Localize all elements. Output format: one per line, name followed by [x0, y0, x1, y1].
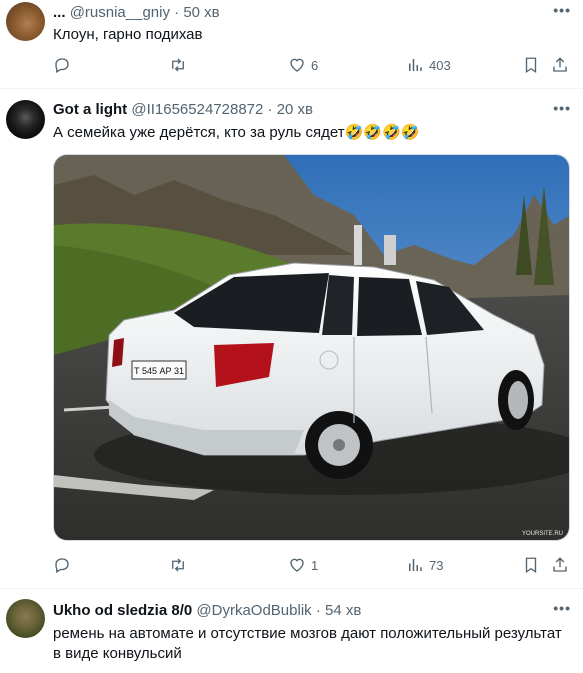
tweet-text: Клоун, гарно подихав: [53, 26, 203, 43]
author-name[interactable]: ...: [53, 4, 66, 21]
retweet-button[interactable]: [169, 556, 192, 574]
retweet-icon: [172, 58, 184, 72]
timestamp[interactable]: 50 хв: [183, 4, 219, 21]
like-button[interactable]: 1: [288, 556, 318, 574]
author-handle[interactable]: @DyrkaOdBublik: [196, 602, 311, 619]
action-bar: 1 73: [53, 556, 573, 576]
views-button[interactable]: 73: [406, 556, 443, 574]
timestamp[interactable]: 54 хв: [325, 602, 361, 619]
reply-button[interactable]: [53, 556, 76, 574]
timestamp[interactable]: 20 хв: [277, 101, 313, 118]
tweet-media-image[interactable]: Т 545 АР 31 YOURSITE.RU: [53, 154, 570, 541]
author-name[interactable]: Ukho od sledzia 8/0: [53, 602, 192, 619]
reply-button[interactable]: [53, 56, 76, 74]
bookmark-button[interactable]: [522, 56, 540, 74]
tweet-text: А семейка уже дерётся, кто за руль сядет…: [53, 124, 420, 141]
car-photo: Т 545 АР 31 YOURSITE.RU: [54, 155, 569, 540]
author-handle[interactable]: @rusnia__gniy: [70, 4, 170, 21]
watermark: YOURSITE.RU: [522, 531, 563, 537]
retweet-button[interactable]: [169, 56, 192, 74]
bookmark-icon: [525, 557, 537, 574]
license-plate: Т 545 АР 31: [134, 366, 184, 376]
avatar[interactable]: [6, 599, 45, 638]
views-icon: [409, 59, 422, 71]
tweet-text-line-1: ремень на автомате и отсутствие мозгов д…: [53, 625, 562, 642]
like-icon: [290, 558, 304, 572]
action-bar: 6 403: [53, 56, 573, 76]
views-icon: [409, 559, 422, 571]
bookmark-button[interactable]: [522, 556, 540, 574]
avatar[interactable]: [6, 2, 45, 41]
share-button[interactable]: [551, 556, 569, 574]
share-icon: [553, 557, 567, 572]
tweet-3[interactable]: Ukho od sledzia 8/0 @DyrkaOdBublik · 54 …: [0, 589, 583, 673]
more-icon[interactable]: •••: [553, 600, 571, 616]
more-icon[interactable]: •••: [553, 100, 571, 116]
author-handle[interactable]: @II1656524728872: [131, 101, 263, 118]
avatar[interactable]: [6, 100, 45, 139]
retweet-icon: [172, 558, 184, 572]
author-name[interactable]: Got a light: [53, 101, 127, 118]
like-button[interactable]: 6: [288, 56, 318, 74]
like-icon: [290, 58, 304, 72]
views-button[interactable]: 403: [406, 56, 451, 74]
reply-icon: [55, 58, 69, 73]
tweet-text-line-2: в виде конвульсий: [53, 645, 182, 662]
share-icon: [553, 57, 567, 72]
share-button[interactable]: [551, 56, 569, 74]
reply-icon: [55, 558, 69, 573]
bookmark-icon: [525, 57, 537, 74]
tweet-1[interactable]: ... @rusnia__gniy · 50 хв ••• Клоун, гар…: [0, 0, 583, 88]
more-icon[interactable]: •••: [553, 2, 571, 18]
